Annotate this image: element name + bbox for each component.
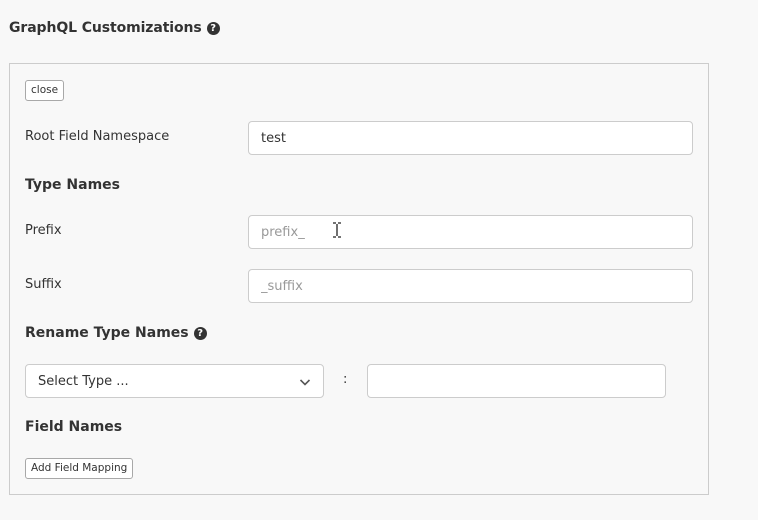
add-field-mapping-button[interactable]: Add Field Mapping (25, 458, 134, 479)
question-circle-icon[interactable]: ? (206, 21, 220, 35)
select-type-value: Select Type ... (38, 373, 129, 389)
close-button[interactable]: close (25, 80, 65, 101)
select-type-dropdown[interactable]: Select Type ... (25, 364, 324, 398)
root-field-namespace-input[interactable] (248, 121, 693, 155)
rename-separator: : (343, 372, 348, 387)
suffix-input[interactable] (248, 269, 693, 303)
root-field-namespace-label: Root Field Namespace (25, 129, 170, 144)
graphql-customizations-header: GraphQL Customizations ? (9, 17, 220, 39)
prefix-input[interactable] (248, 215, 693, 249)
prefix-label: Prefix (25, 223, 62, 238)
type-names-title: Type Names (25, 177, 120, 193)
new-type-name-input[interactable] (367, 364, 666, 398)
rename-type-names-title-text: Rename Type Names (25, 325, 189, 341)
page-title: GraphQL Customizations (9, 20, 202, 36)
rename-type-names-title: Rename Type Names ? (25, 325, 207, 341)
text-cursor-icon (332, 222, 342, 242)
question-circle-icon[interactable]: ? (193, 326, 207, 340)
type-names-title-text: Type Names (25, 177, 120, 193)
field-names-title: Field Names (25, 419, 122, 435)
field-names-title-text: Field Names (25, 419, 123, 435)
suffix-label: Suffix (25, 277, 62, 292)
customizations-panel: close Root Field Namespace Type Names Pr… (9, 63, 709, 495)
chevron-down-icon (299, 376, 311, 391)
